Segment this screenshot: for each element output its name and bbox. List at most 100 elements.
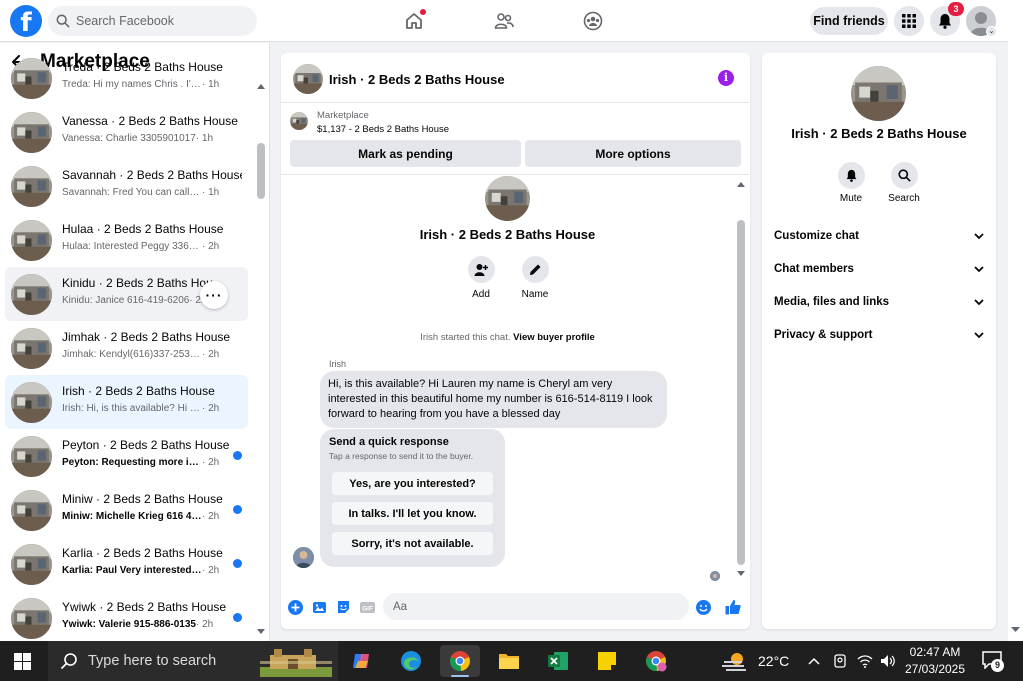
listing-thumbnail [11, 544, 52, 585]
view-buyer-profile-link[interactable]: View buyer profile [513, 332, 595, 343]
conversation-preview: Savannah: Fred You can call or text... ·… [62, 187, 220, 198]
excel-icon [548, 652, 568, 670]
conversation-more-options-button[interactable]: ··· [200, 281, 228, 309]
search-box[interactable] [48, 6, 257, 36]
taskbar-clock[interactable]: 02:47 AM 27/03/2025 [904, 644, 966, 678]
scroll-up-arrow-icon[interactable] [257, 83, 265, 89]
gif-button[interactable]: GIF [359, 599, 375, 615]
unread-indicator [233, 559, 242, 568]
scroll-down-arrow-icon[interactable] [1011, 627, 1020, 633]
taskbar-file-explorer[interactable] [489, 645, 529, 677]
message-input[interactable] [383, 593, 689, 620]
conversation-item[interactable]: Miniw · 2 Beds 2 Baths House Miniw: Mich… [5, 483, 248, 537]
quick-response-yes-button[interactable]: Yes, are you interested? [332, 472, 493, 495]
scroll-up-arrow-icon[interactable] [737, 181, 745, 187]
taskbar-excel[interactable] [538, 645, 578, 677]
conversation-name: Karlia · 2 Beds 2 Baths House [62, 546, 223, 560]
photo-icon [312, 601, 326, 613]
quick-response-title: Send a quick response [329, 436, 449, 448]
chat-scrollbar-thumb[interactable] [737, 220, 745, 565]
taskbar-search[interactable]: Type here to search [48, 641, 338, 681]
sidebar-scrollbar[interactable] [255, 81, 267, 637]
windows-start-icon[interactable] [14, 653, 31, 670]
taskbar-chrome-profile[interactable] [636, 645, 676, 677]
search-input[interactable] [76, 14, 246, 28]
chevron-down-icon [974, 331, 984, 338]
conversation-item[interactable]: Savannah · 2 Beds 2 Baths House Savannah… [5, 159, 248, 213]
conversation-item[interactable]: Peyton · 2 Beds 2 Baths House Peyton: Re… [5, 429, 248, 483]
conversation-item-active[interactable]: Irish · 2 Beds 2 Baths House Irish: Hi, … [5, 375, 248, 429]
listing-thumbnail [11, 274, 52, 315]
listing-mini-thumbnail[interactable] [290, 112, 308, 130]
quick-response-not-available-button[interactable]: Sorry, it's not available. [332, 532, 493, 555]
sticker-button[interactable] [335, 599, 351, 615]
add-button[interactable]: Add [461, 256, 501, 300]
mute-label: Mute [839, 193, 863, 204]
meet-now-button[interactable] [832, 653, 848, 669]
conversation-item[interactable]: Kinidu · 2 Beds 2 Baths House Kinidu: Ja… [5, 267, 248, 321]
account-chevron-down-icon[interactable]: ⌄ [986, 26, 997, 37]
conversation-name: Kinidu · 2 Beds 2 Baths House [62, 276, 212, 290]
customize-chat-section[interactable]: Customize chat [774, 226, 984, 246]
privacy-support-section[interactable]: Privacy & support [774, 325, 984, 345]
media-files-links-section[interactable]: Media, files and links [774, 292, 984, 312]
listing-thumbnail [11, 220, 52, 261]
menu-button[interactable] [894, 6, 924, 36]
like-button[interactable] [725, 599, 741, 615]
chrome-icon [646, 651, 667, 672]
conversation-item[interactable]: Karlia · 2 Beds 2 Baths House Karlia: Pa… [5, 537, 248, 591]
quick-response-subtitle: Tap a response to send it to the buyer. [329, 451, 474, 461]
taskbar-edge[interactable] [391, 645, 431, 677]
chat-scrollbar[interactable] [736, 180, 746, 580]
conversation-name: Jimhak · 2 Beds 2 Baths House [62, 330, 231, 344]
mute-button[interactable]: Mute [831, 162, 871, 204]
volume-button[interactable] [880, 653, 896, 669]
conversation-preview: Irish: Hi, is this available? Hi Lauren.… [62, 403, 220, 414]
conversation-name: Savannah · 2 Beds 2 Baths House [62, 168, 242, 182]
scroll-down-arrow-icon[interactable] [257, 629, 265, 635]
home-nav-button[interactable] [402, 9, 426, 33]
action-center-button[interactable]: 9 [982, 651, 1004, 672]
conversation-item[interactable]: Jimhak · 2 Beds 2 Baths House Jimhak: Ke… [5, 321, 248, 375]
conversation-item[interactable]: Vanessa · 2 Beds 2 Baths House Vanessa: … [5, 105, 248, 159]
chat-started-notice: Irish started this chat. View buyer prof… [420, 332, 595, 343]
bell-icon [846, 169, 856, 182]
attach-photo-button[interactable] [311, 599, 327, 615]
facebook-logo[interactable]: f [10, 5, 42, 37]
search-icon [897, 169, 911, 182]
search-icon [56, 14, 70, 28]
weather-widget[interactable]: 22°C [722, 650, 789, 672]
quick-response-in-talks-button[interactable]: In talks. I'll let you know. [332, 502, 493, 525]
name-button[interactable]: Name [515, 256, 555, 300]
network-button[interactable] [857, 653, 873, 669]
conversation-item[interactable]: Hulaa · 2 Beds 2 Baths House Hulaa: Inte… [5, 213, 248, 267]
find-friends-button[interactable]: Find friends [810, 7, 888, 35]
gif-icon: GIF [359, 601, 375, 613]
search-in-chat-button[interactable]: Search [884, 162, 924, 204]
taskbar-chrome[interactable] [440, 645, 480, 677]
copilot-icon [353, 654, 369, 668]
chat-members-section[interactable]: Chat members [774, 259, 984, 279]
scroll-down-arrow-icon[interactable] [737, 571, 745, 577]
chat-listing-avatar[interactable] [293, 64, 323, 94]
show-hidden-icons-button[interactable] [806, 653, 822, 669]
emoji-button[interactable] [695, 599, 711, 615]
mark-as-pending-button[interactable]: Mark as pending [290, 140, 521, 167]
conversation-item[interactable]: Ywiwk · 2 Beds 2 Baths House Ywiwk: Vale… [5, 591, 248, 641]
listing-price[interactable]: $1,137 - 2 Beds 2 Baths House [317, 124, 449, 135]
page-scrollbar[interactable] [1008, 0, 1023, 641]
sidebar-scrollbar-thumb[interactable] [257, 143, 265, 199]
buyer-avatar[interactable] [293, 547, 314, 568]
conversation-item[interactable]: Treda · 2 Beds 2 Baths House Treda: Hi m… [5, 51, 248, 105]
info-icon[interactable]: i [718, 70, 734, 86]
taskbar-copilot[interactable] [342, 645, 382, 677]
details-title: Irish · 2 Beds 2 Baths House [791, 126, 967, 141]
more-actions-button[interactable] [287, 599, 303, 615]
castle-illustration-icon [260, 649, 332, 677]
taskbar-sticky-notes[interactable] [587, 645, 627, 677]
wifi-icon [857, 655, 873, 668]
more-options-button[interactable]: More options [525, 140, 741, 167]
friends-nav-button[interactable] [492, 9, 516, 33]
chat-title[interactable]: Irish · 2 Beds 2 Baths House [329, 72, 505, 87]
groups-nav-button[interactable] [581, 9, 605, 33]
